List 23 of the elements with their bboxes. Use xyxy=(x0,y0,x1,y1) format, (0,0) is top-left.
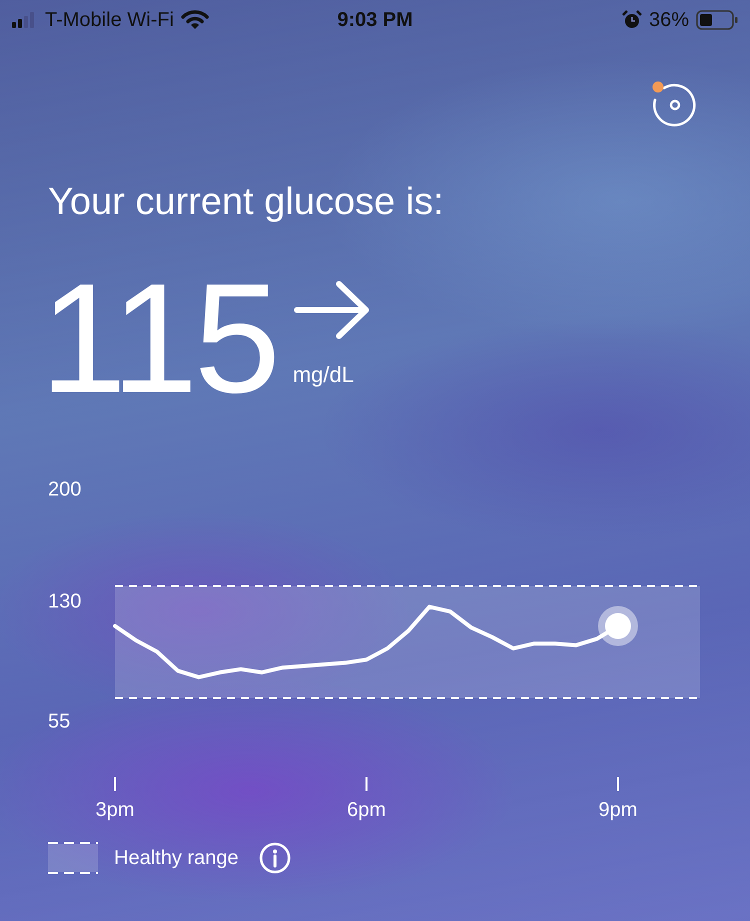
wifi-icon xyxy=(180,10,209,30)
healthy-range-swatch xyxy=(48,842,98,874)
x-axis-label: 3pm xyxy=(96,799,134,821)
y-axis-label: 55 xyxy=(48,710,70,732)
tick-mark xyxy=(366,777,368,791)
clock-time: 9:03 PM xyxy=(337,8,413,32)
current-reading-marker xyxy=(598,606,638,646)
battery-percent: 36% xyxy=(648,8,689,32)
carrier-name: T-Mobile Wi-Fi xyxy=(45,8,174,32)
tick-mark xyxy=(114,777,116,791)
glucose-value: 115 xyxy=(40,264,278,414)
y-axis-label: 130 xyxy=(48,590,82,612)
x-axis-label: 9pm xyxy=(598,799,638,821)
unit-label: mg/dL xyxy=(292,362,355,388)
tick-mark xyxy=(617,777,619,791)
sensor-icon[interactable] xyxy=(650,80,698,128)
alarm-icon xyxy=(622,10,642,30)
battery-icon xyxy=(696,10,738,30)
glucose-heading: Your current glucose is: xyxy=(47,180,445,224)
x-axis-label: 6pm xyxy=(347,799,386,821)
info-icon[interactable] xyxy=(258,842,291,874)
legend-label: Healthy range xyxy=(114,846,239,870)
y-axis-label: 200 xyxy=(48,478,82,500)
